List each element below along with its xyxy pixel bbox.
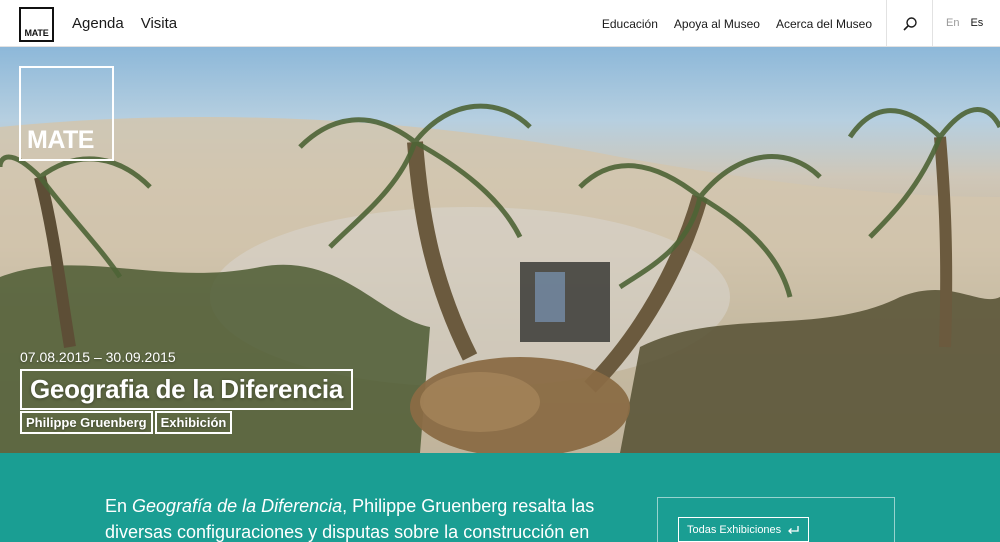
exhibition-intro-section: En Geografía de la Diferencia, Philippe … [0, 453, 1000, 542]
nav-visita[interactable]: Visita [141, 15, 177, 32]
hero-logo: MATE [19, 66, 114, 161]
lang-es[interactable]: Es [970, 17, 983, 29]
mate-logo[interactable]: MATE [19, 7, 54, 42]
logo-text: MATE [24, 28, 49, 38]
hero-banner[interactable]: MATE 07.08.2015 – 30.09.2015 Geografia d… [0, 47, 1000, 453]
site-header: MATE Agenda Visita Educación Apoya al Mu… [0, 0, 1000, 47]
tag-artist[interactable]: Philippe Gruenberg [20, 411, 153, 434]
intro-text: En Geografía de la Diferencia, Philippe … [105, 493, 625, 542]
nav-agenda[interactable]: Agenda [72, 15, 124, 32]
hero-logo-text: MATE [27, 126, 94, 154]
tag-category[interactable]: Exhibición [154, 411, 233, 434]
exhibition-tags: Philippe Gruenberg Exhibición [20, 411, 234, 434]
return-arrow-icon [788, 525, 799, 534]
search-button[interactable] [886, 0, 933, 47]
all-exhibitions-label: Todas Exhibiciones [687, 523, 782, 536]
nav-educacion[interactable]: Educación [602, 17, 658, 31]
lang-en[interactable]: En [946, 17, 959, 29]
intro-italic-title: Geografía de la Diferencia [132, 496, 343, 516]
search-icon [902, 16, 917, 31]
intro-line1-rest: , Philippe Gruenberg resalta las [342, 496, 595, 516]
intro-line2: diversas configuraciones y disputas sobr… [105, 522, 590, 542]
main-nav: Agenda Visita [72, 15, 177, 32]
all-exhibitions-button[interactable]: Todas Exhibiciones [678, 517, 810, 542]
exhibition-title: Geografia de la Diferencia [30, 374, 343, 404]
language-switcher: En Es [946, 17, 983, 29]
intro-prefix: En [105, 496, 133, 516]
secondary-nav: Educación Apoya al Museo Acerca del Muse… [602, 17, 872, 31]
nav-acerca-del-museo[interactable]: Acerca del Museo [776, 17, 872, 31]
nav-apoya-al-museo[interactable]: Apoya al Museo [674, 17, 760, 31]
exhibition-title-box[interactable]: Geografia de la Diferencia [20, 369, 353, 410]
exhibition-dates: 07.08.2015 – 30.09.2015 [20, 349, 176, 365]
